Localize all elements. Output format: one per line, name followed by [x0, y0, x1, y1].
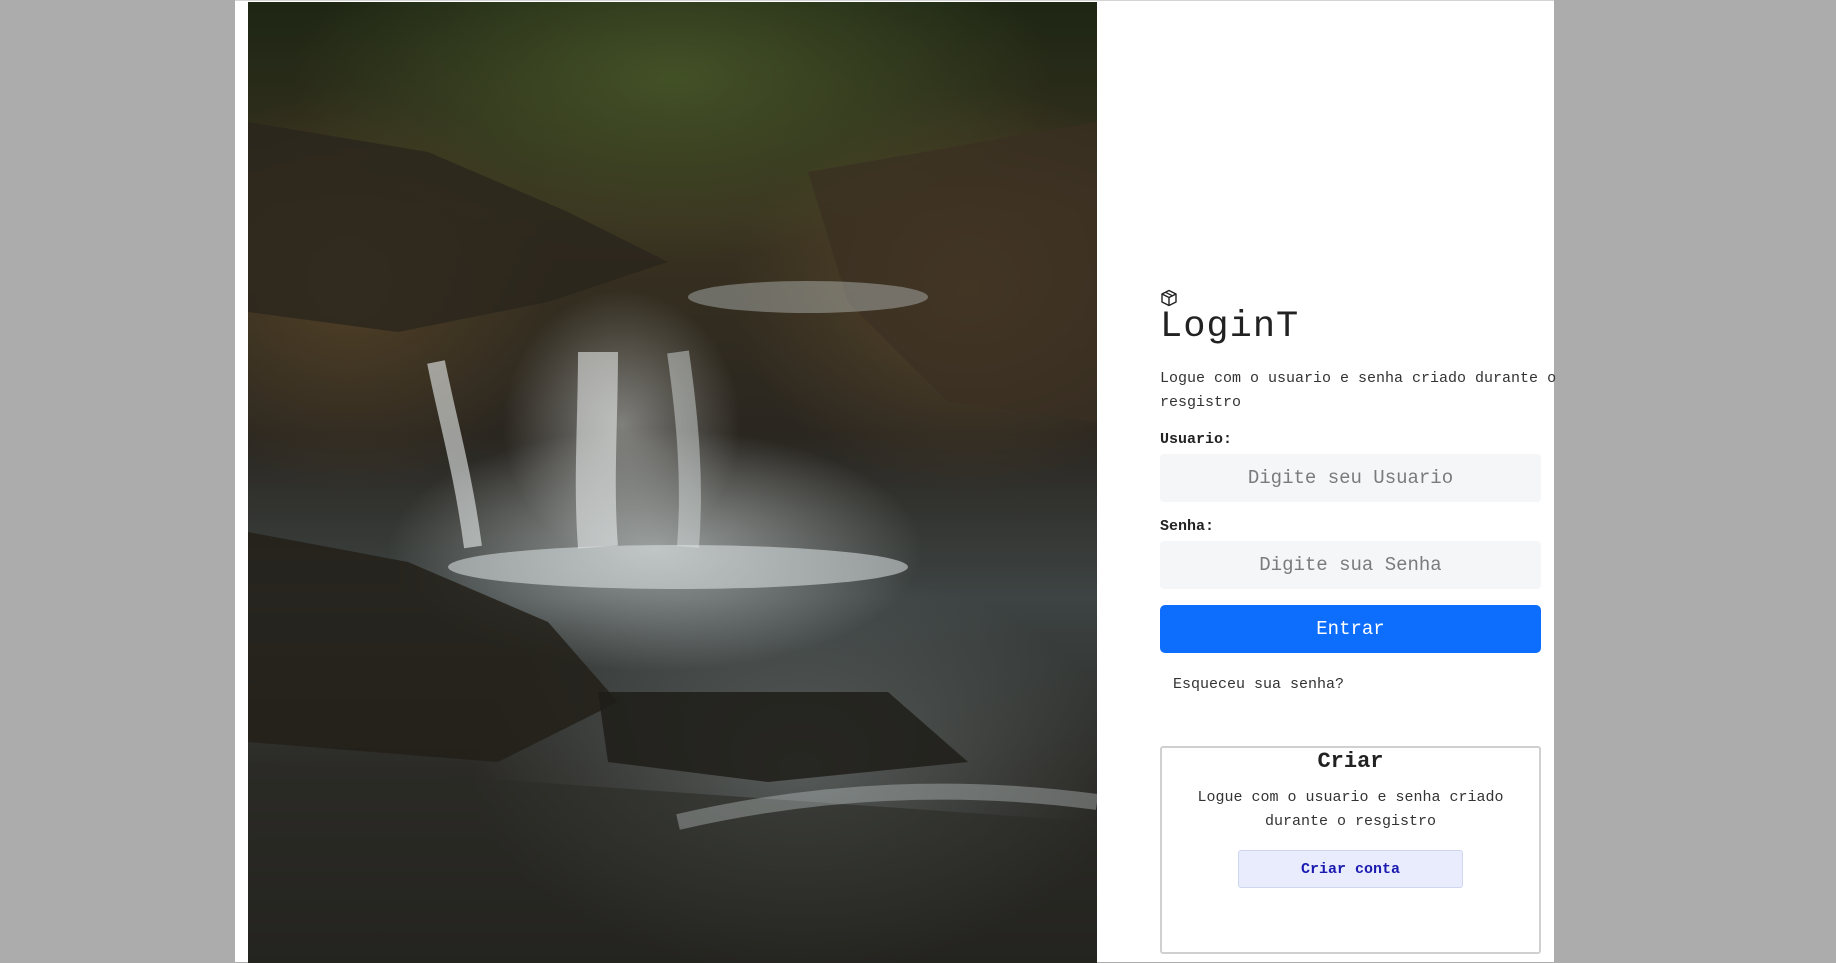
create-card-title: Criar	[1317, 749, 1384, 774]
waterfall-photo	[248, 2, 1097, 963]
create-account-button[interactable]: Criar conta	[1238, 850, 1463, 888]
box-icon	[1160, 289, 1178, 307]
password-label: Senha:	[1160, 518, 1215, 535]
create-card-text: Logue com o usuario e senha criado duran…	[1197, 789, 1504, 830]
app-title: LoginT	[1160, 306, 1300, 348]
password-input[interactable]	[1160, 541, 1541, 589]
forgot-password-link[interactable]: Esqueceu sua senha?	[1173, 676, 1344, 693]
login-button[interactable]: Entrar	[1160, 605, 1541, 653]
username-label: Usuario:	[1160, 431, 1233, 448]
login-subtitle: Logue com o usuario e senha criado duran…	[1160, 370, 1557, 411]
create-account-card: Criar Logue com o usuario e senha criado…	[1160, 746, 1541, 954]
username-input[interactable]	[1160, 454, 1541, 502]
